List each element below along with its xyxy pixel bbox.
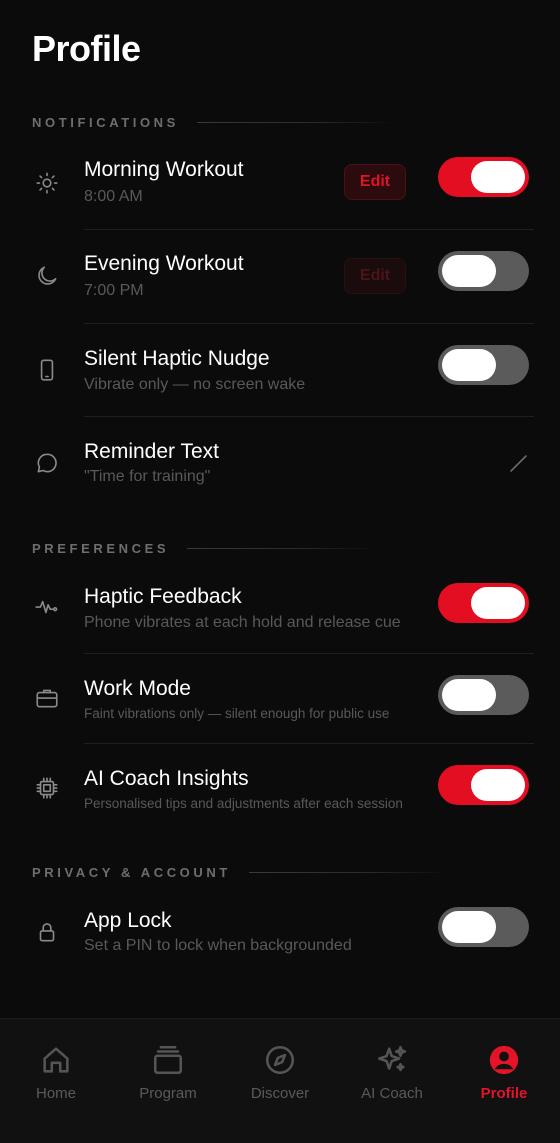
row-title: Reminder Text [84,440,220,463]
row-subtitle: Phone vibrates at each hold and release … [84,614,401,631]
row-title: Work Mode [84,677,191,700]
sparkles-icon [377,1045,407,1072]
phone-icon [33,356,61,384]
row-subtitle: Vibrate only — no screen wake [84,376,306,393]
tab-home[interactable]: Home [0,1043,112,1123]
work-mode-row: Work Mode Faint vibrations only — silent… [0,654,560,744]
toggle-knob [442,679,496,711]
app-lock-row: App Lock Set a PIN to lock when backgrou… [0,890,560,980]
row-subtitle: Faint vibrations only — silent enough fo… [84,706,390,721]
row-subtitle: Personalised tips and adjustments after … [84,796,403,811]
lock-icon [33,918,61,946]
pulse-icon [33,593,61,621]
compass-icon [265,1045,295,1075]
user-circle-icon [489,1045,519,1075]
sun-icon [33,169,61,197]
section-divider [248,871,449,873]
haptic-feedback-toggle[interactable] [438,583,529,623]
section-label: PREFERENCES [32,540,170,556]
section-notifications: NOTIFICATIONS [32,112,397,132]
row-title: AI Coach Insights [84,767,249,790]
morning-workout-toggle[interactable] [438,157,529,197]
row-title: Evening Workout [84,252,244,275]
toggle-knob [442,911,496,943]
row-subtitle: 7:00 PM [84,282,144,299]
edit-morning-button[interactable]: Edit [344,164,406,200]
ai-coach-insights-row: AI Coach Insights Personalised tips and … [0,744,560,832]
home-icon [43,1047,69,1073]
tab-discover[interactable]: Discover [224,1043,336,1123]
stack-icon [153,1045,183,1075]
row-title: Morning Workout [84,158,244,181]
section-privacy: PRIVACY & ACCOUNT [32,862,449,882]
tab-label: Discover [250,1085,310,1102]
row-subtitle: "Time for training" [84,468,211,485]
work-mode-toggle[interactable] [438,675,529,715]
evening-workout-row: Evening Workout 7:00 PM Edit [0,230,560,324]
tab-label: Profile [480,1085,528,1102]
section-label: NOTIFICATIONS [32,114,179,130]
page-title: Profile [32,28,141,69]
evening-workout-toggle[interactable] [438,251,529,291]
row-subtitle: 8:00 AM [84,188,143,205]
edit-evening-button[interactable]: Edit [344,258,406,294]
tab-profile[interactable]: Profile [448,1043,560,1123]
tab-program[interactable]: Program [112,1043,224,1123]
haptic-feedback-row: Haptic Feedback Phone vibrates at each h… [0,566,560,654]
toggle-knob [442,255,496,287]
silent-haptic-nudge-toggle[interactable] [438,345,529,385]
morning-workout-row: Morning Workout 8:00 AM Edit [0,140,560,230]
chat-bubble-icon [33,449,61,477]
section-divider [187,547,378,549]
toggle-knob [471,587,525,619]
section-preferences: PREFERENCES [32,538,378,558]
toggle-knob [442,349,496,381]
ai-coach-insights-toggle[interactable] [438,765,529,805]
section-divider [196,121,397,123]
pencil-icon[interactable] [506,451,530,475]
row-title: Haptic Feedback [84,585,242,608]
profile-screen: Profile NOTIFICATIONS Morning Workout 8:… [0,0,560,1143]
toggle-knob [471,769,525,801]
briefcase-icon [33,684,61,712]
silent-haptic-nudge-row: Silent Haptic Nudge Vibrate only — no sc… [0,324,560,417]
section-label: PRIVACY & ACCOUNT [32,864,231,880]
tab-label: Program [139,1085,197,1102]
tab-label: Home [35,1085,76,1102]
row-title: App Lock [84,909,172,932]
row-subtitle: Set a PIN to lock when backgrounded [84,937,352,954]
bottom-tab-bar: Home Program Discover AI Coach Profile [0,1018,560,1143]
app-lock-toggle[interactable] [438,907,529,947]
toggle-knob [471,161,525,193]
tab-label: AI Coach [361,1085,423,1102]
row-title: Silent Haptic Nudge [84,347,270,370]
chip-icon [33,774,61,802]
reminder-text-row[interactable]: Reminder Text "Time for training" [0,417,560,509]
moon-icon [33,262,61,290]
tab-ai-coach[interactable]: AI Coach [336,1043,448,1123]
